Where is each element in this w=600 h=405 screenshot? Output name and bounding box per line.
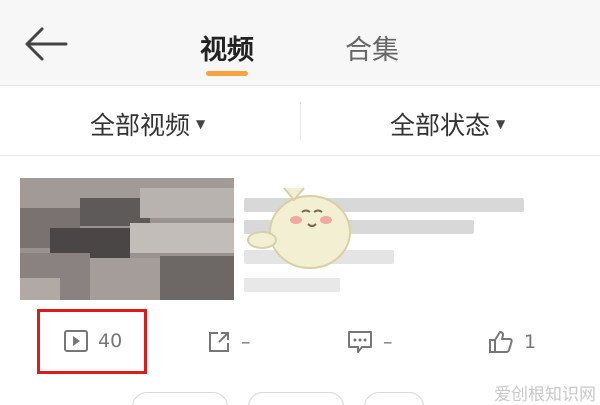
watermark-text: 爱创根知识网 <box>494 385 596 405</box>
share-icon <box>209 332 229 352</box>
tag-chip[interactable] <box>248 392 344 405</box>
thumbs-up-icon <box>489 331 513 353</box>
all-videos-label: 全部视频 <box>90 111 191 140</box>
video-thumbnail[interactable] <box>20 178 234 300</box>
filter-divider <box>300 102 301 140</box>
all-videos-dropdown[interactable]: 全部视频 ▼ <box>90 106 205 142</box>
caret-down-icon: ▼ <box>496 117 506 131</box>
tab-collections[interactable]: 合集 <box>345 28 399 67</box>
all-status-dropdown[interactable]: 全部状态 ▼ <box>390 106 505 142</box>
comment-button[interactable]: – <box>347 330 393 354</box>
active-tab-indicator <box>206 71 248 76</box>
annotation-highlight-box <box>37 309 147 374</box>
top-nav-bar: 视频 合集 <box>0 0 600 86</box>
all-status-label: 全部状态 <box>390 111 491 140</box>
share-button[interactable]: – <box>207 330 251 354</box>
filter-bar: 全部视频 ▼ 全部状态 ▼ <box>0 86 600 156</box>
comment-count-value: – <box>383 331 393 353</box>
video-meta-placeholder <box>244 278 340 292</box>
back-arrow-icon[interactable] <box>22 24 68 64</box>
comment-icon <box>348 331 372 353</box>
like-button[interactable]: 1 <box>488 330 536 354</box>
like-count-value: 1 <box>524 331 537 353</box>
mascot-sticker-icon <box>247 187 351 269</box>
tab-videos[interactable]: 视频 <box>200 28 254 67</box>
caret-down-icon: ▼ <box>196 117 206 131</box>
share-count-value: – <box>241 331 251 353</box>
tag-chip[interactable] <box>364 392 424 405</box>
tag-chip[interactable] <box>132 392 228 405</box>
